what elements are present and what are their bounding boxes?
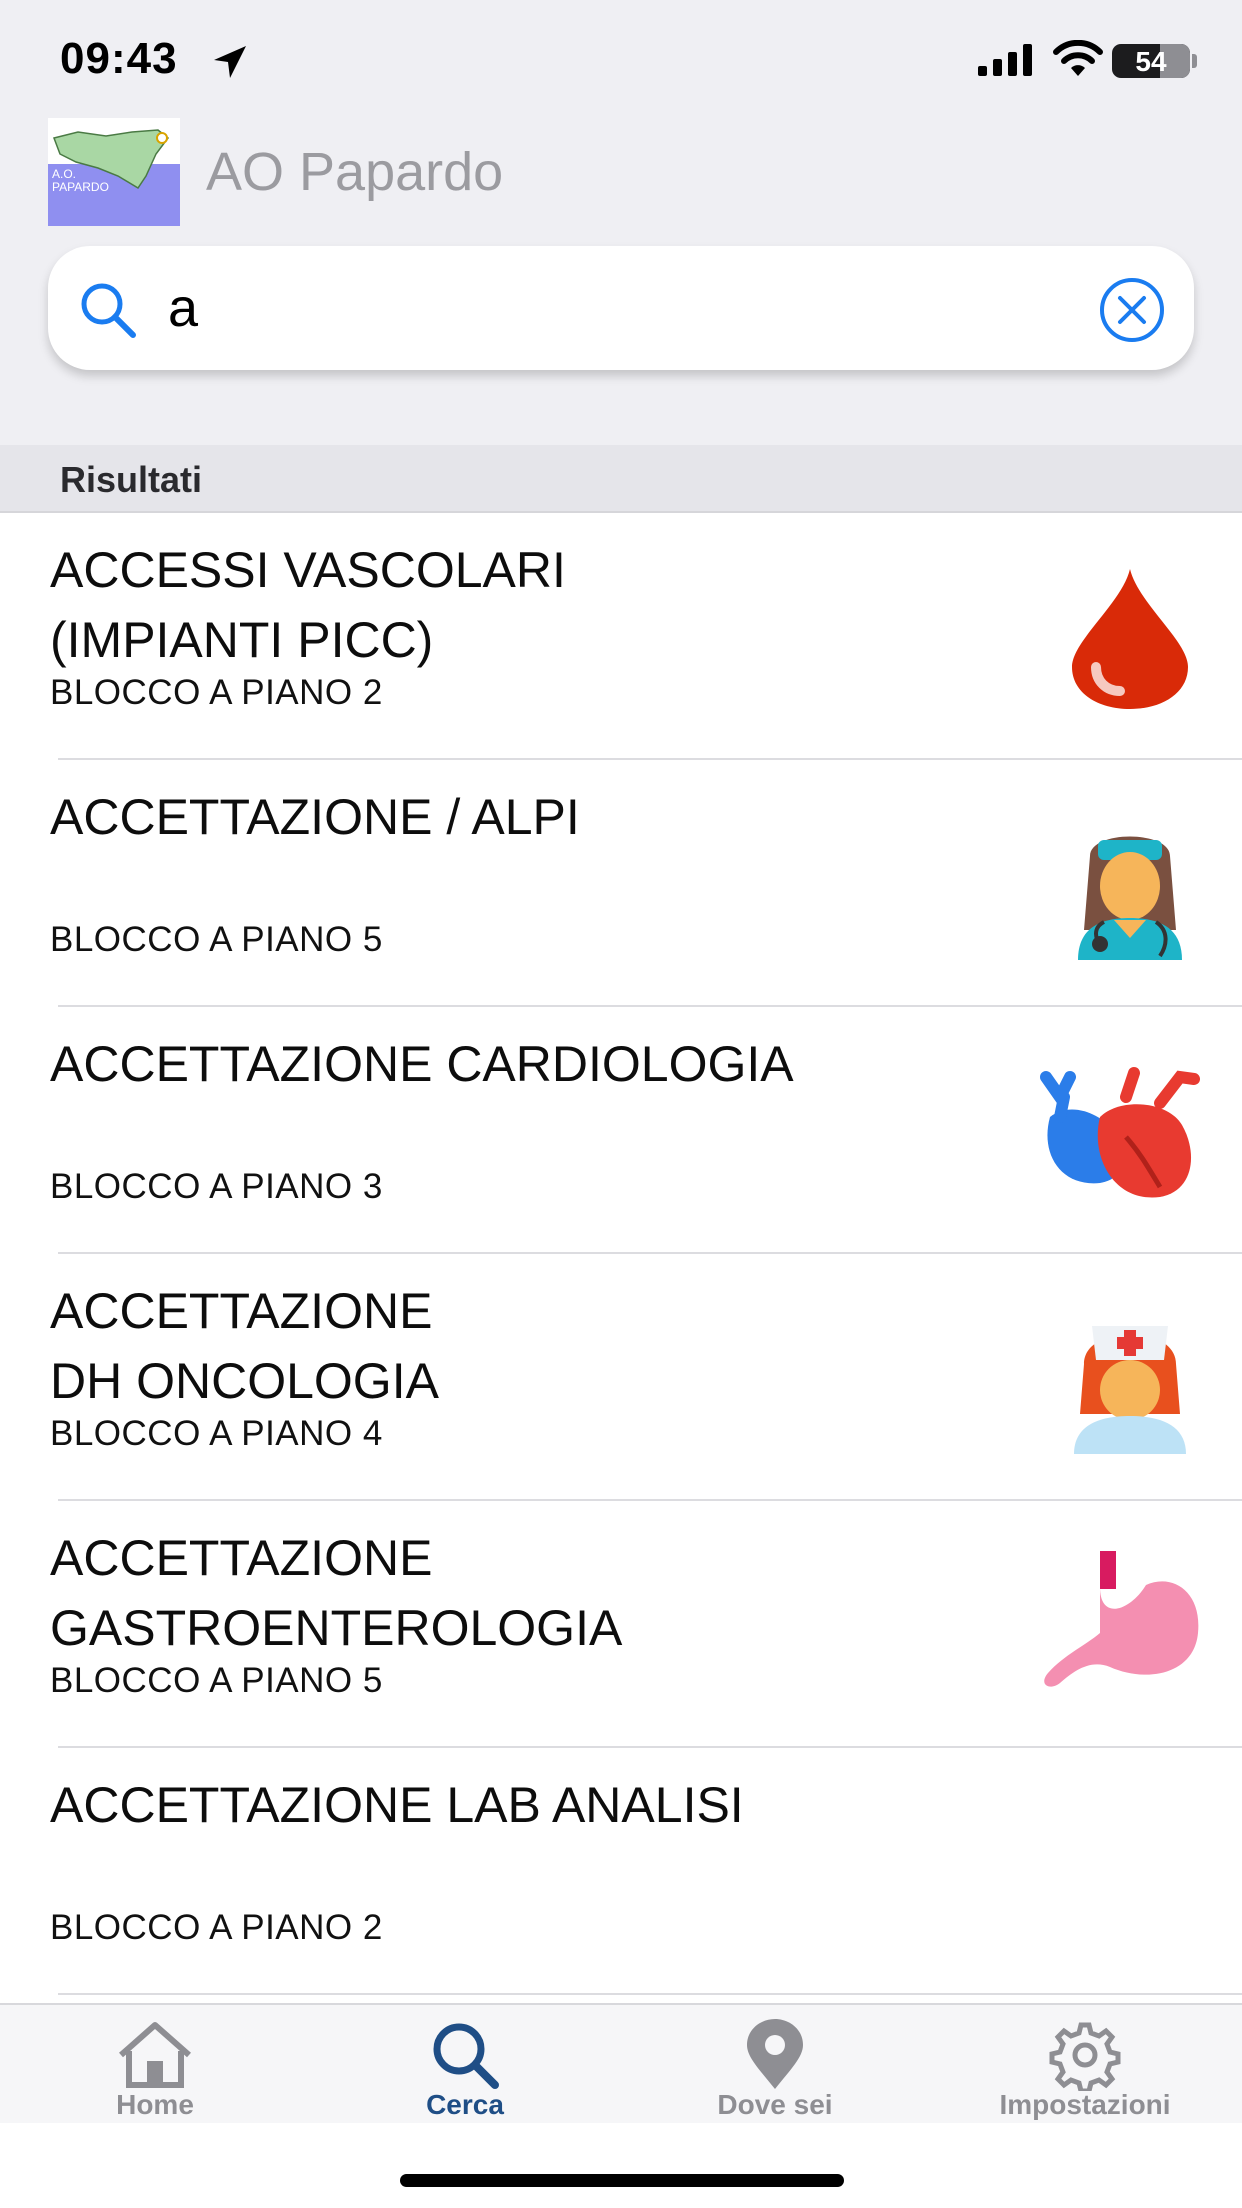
item-title: ACCESSI VASCOLARI (IMPIANTI PICC): [50, 542, 566, 668]
logo-text: A.O. PAPARDO: [52, 167, 109, 194]
status-bar: 09:43 54: [0, 0, 1242, 120]
stomach-icon: [1044, 1551, 1199, 1687]
results-list: ACCESSI VASCOLARI (IMPIANTI PICC) BLOCCO…: [0, 513, 1242, 1995]
list-item[interactable]: ACCETTAZIONE GASTROENTEROLOGIA BLOCCO A …: [0, 1501, 1242, 1748]
battery-tip: [1192, 54, 1197, 68]
section-title: Risultati: [60, 459, 203, 500]
item-title: ACCETTAZIONE GASTROENTEROLOGIA: [50, 1530, 623, 1656]
item-location: BLOCCO A PIANO 5: [50, 1661, 383, 1700]
tab-label: Home: [116, 2089, 194, 2120]
blood-drop-icon: [1072, 569, 1188, 709]
list-item[interactable]: ACCETTAZIONE DH ONCOLOGIA BLOCCO A PIANO…: [0, 1254, 1242, 1501]
tab-label: Impostazioni: [999, 2089, 1171, 2120]
cellular-signal-icon: [978, 44, 1032, 76]
item-location: BLOCCO A PIANO 2: [50, 1908, 383, 1947]
battery-icon: 54: [1112, 44, 1190, 78]
status-time: 09:43: [60, 34, 178, 83]
location-arrow-icon: [214, 46, 246, 78]
home-indicator[interactable]: [400, 2174, 844, 2187]
tab-label: Cerca: [426, 2089, 504, 2120]
location-pin-icon: [747, 2019, 803, 2089]
app-title: AO Papardo: [206, 142, 504, 202]
search-icon: [81, 283, 136, 338]
heart-icon: [1040, 1067, 1200, 1198]
tab-bar: Home Cerca Dove sei Impostazioni: [0, 2003, 1242, 2123]
tab-settings[interactable]: Impostazioni: [930, 2005, 1240, 2125]
item-title: ACCETTAZIONE / ALPI: [50, 789, 580, 845]
item-title: ACCETTAZIONE CARDIOLOGIA: [50, 1036, 794, 1092]
app-brand: A.O. PAPARDO AO Papardo: [48, 118, 503, 226]
battery-level: 54: [1135, 46, 1167, 77]
nurse-icon: [1074, 1326, 1186, 1454]
tab-label: Dove sei: [717, 2089, 833, 2120]
doctor-icon: [1078, 836, 1182, 960]
item-location: BLOCCO A PIANO 5: [50, 920, 383, 959]
results-section-header: Risultati: [0, 445, 1242, 513]
header-area: 09:43 54 A.O. PAPARDO AO Papardo a: [0, 0, 1242, 445]
item-title: ACCETTAZIONE LAB ANALISI: [50, 1777, 744, 1833]
list-item[interactable]: ACCETTAZIONE LAB ANALISI BLOCCO A PIANO …: [0, 1748, 1242, 1995]
item-title: ACCETTAZIONE DH ONCOLOGIA: [50, 1283, 439, 1409]
gear-icon: [1049, 2022, 1121, 2091]
list-item[interactable]: ACCESSI VASCOLARI (IMPIANTI PICC) BLOCCO…: [0, 513, 1242, 760]
search-input[interactable]: [168, 270, 1068, 346]
list-item[interactable]: ACCETTAZIONE / ALPI BLOCCO A PIANO 5: [0, 760, 1242, 1007]
wifi-icon: [1053, 40, 1103, 76]
tab-where-are-you[interactable]: Dove sei: [620, 2005, 930, 2125]
clear-search-icon[interactable]: [1098, 276, 1166, 344]
list-item[interactable]: ACCETTAZIONE CARDIOLOGIA BLOCCO A PIANO …: [0, 1007, 1242, 1254]
search-icon: [433, 2023, 499, 2089]
tab-home[interactable]: Home: [0, 2005, 310, 2125]
app-logo: A.O. PAPARDO: [48, 118, 180, 226]
item-location: BLOCCO A PIANO 2: [50, 673, 383, 712]
item-location: BLOCCO A PIANO 4: [50, 1414, 383, 1453]
search-bar[interactable]: [48, 246, 1194, 370]
item-location: BLOCCO A PIANO 3: [50, 1167, 383, 1206]
tab-search[interactable]: Cerca: [310, 2005, 620, 2125]
home-icon: [119, 2022, 191, 2088]
